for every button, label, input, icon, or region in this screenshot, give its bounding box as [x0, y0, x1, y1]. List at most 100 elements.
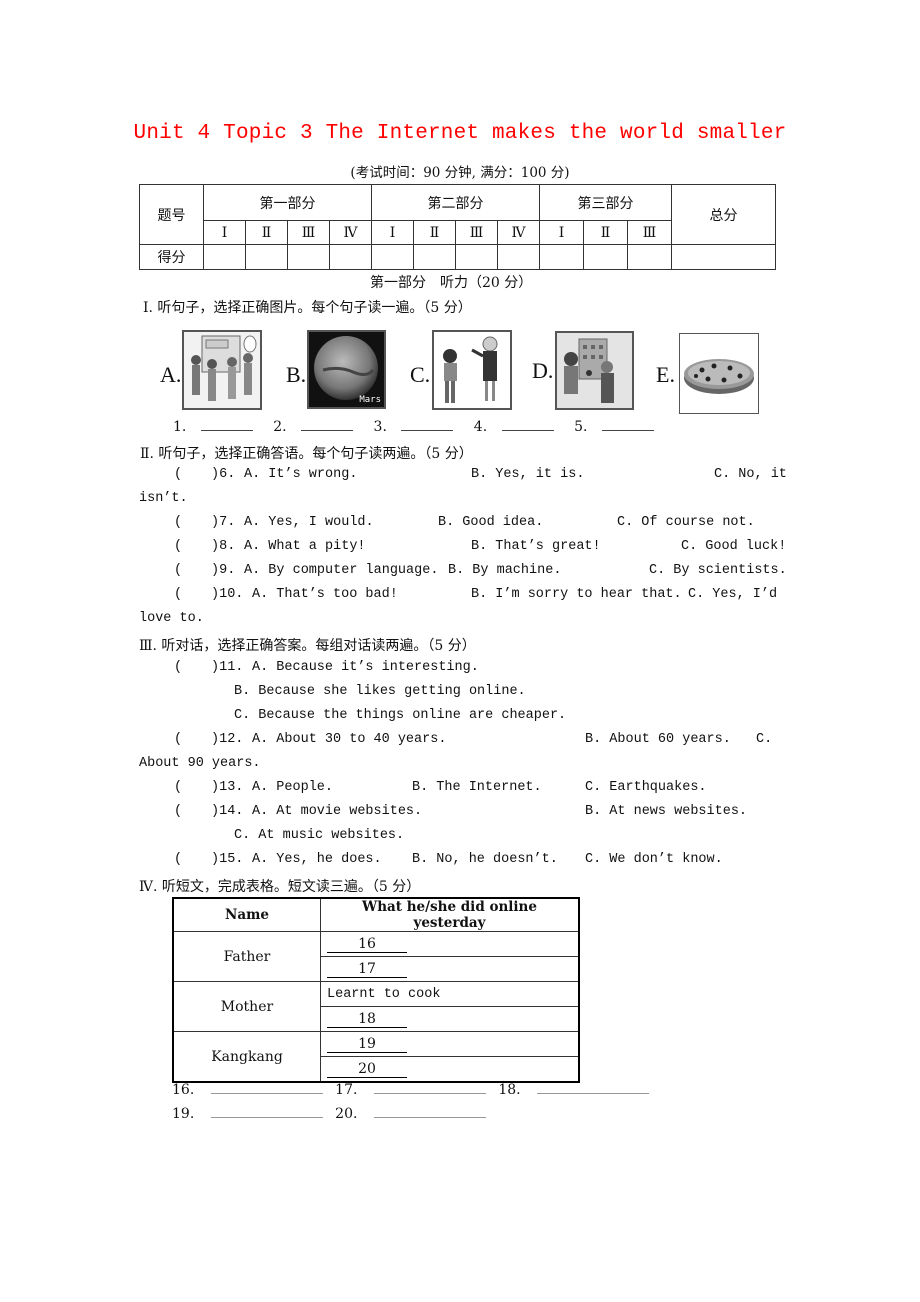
q9-option-a: A. By computer language.	[244, 563, 439, 578]
answer-blank-5[interactable]	[601, 430, 654, 431]
q8-option-c: C. Good luck!	[681, 539, 787, 554]
q11-option-c: C. Because the things online are cheaper…	[234, 708, 567, 723]
answer-blank-4[interactable]	[501, 430, 554, 431]
blank-number: 19	[327, 1036, 407, 1053]
score-cell[interactable]	[455, 244, 498, 270]
table-blank-19[interactable]: 19	[320, 1031, 580, 1057]
q15-number: )15.	[211, 852, 244, 867]
reporter-interview-icon	[555, 331, 634, 410]
q8-option-a: A. What a pity!	[244, 539, 366, 554]
total-score-cell[interactable]	[671, 244, 776, 270]
sub-header: Ⅱ	[413, 220, 456, 245]
q10-option-c-cont: love to.	[139, 611, 204, 626]
blank-label: 18.	[498, 1082, 521, 1098]
score-cell[interactable]	[371, 244, 414, 270]
q13-number: )13.	[211, 780, 244, 795]
row-name-mother: Mother	[172, 981, 321, 1032]
q12-option-c-cont: About 90 years.	[139, 756, 261, 771]
pizza-icon	[679, 333, 759, 414]
table-blank-20[interactable]: 20	[320, 1056, 580, 1083]
score-cell[interactable]	[287, 244, 330, 270]
q12-option-b: B. About 60 years.	[585, 732, 731, 747]
row-name-father: Father	[172, 931, 321, 982]
q15-option-b: B. No, he doesn’t.	[412, 852, 558, 867]
q6-number: )6.	[211, 467, 236, 482]
q12-paren[interactable]: (	[174, 732, 182, 747]
score-cell[interactable]	[413, 244, 456, 270]
q10-option-a: A. That’s too bad!	[252, 587, 398, 602]
blank-label: 2.	[273, 419, 287, 435]
score-cell[interactable]	[245, 244, 288, 270]
answer-blank-19[interactable]	[210, 1117, 323, 1118]
picture-label-e: E.	[656, 362, 675, 387]
score-cell[interactable]	[627, 244, 672, 270]
q6-paren[interactable]: (	[174, 467, 182, 482]
col-header-action: What he/she did online yesterday	[320, 897, 580, 932]
blank-label: 1.	[173, 419, 187, 435]
q13-option-a: A. People.	[252, 780, 334, 795]
picture-label-d: D.	[532, 358, 554, 383]
score-cell[interactable]	[497, 244, 540, 270]
q7-option-b: B. Good idea.	[438, 515, 544, 530]
q14-paren[interactable]: (	[174, 804, 182, 819]
q9-option-c: C. By scientists.	[649, 563, 787, 578]
q15-paren[interactable]: (	[174, 852, 182, 867]
q6-option-c: C. No, it	[714, 467, 787, 482]
answer-blank-17[interactable]	[373, 1093, 486, 1094]
q15-option-c: C. We don’t know.	[585, 852, 723, 867]
q6-option-c-cont: isn’t.	[139, 491, 188, 506]
picture-label-c: C.	[410, 362, 431, 387]
q7-option-a: A. Yes, I would.	[244, 515, 374, 530]
exam-info: (考试时间：90 分钟, 满分：100 分)	[350, 165, 570, 181]
table-blank-16[interactable]: 16	[320, 931, 580, 957]
score-table: 题号 第一部分 第二部分 第三部分 总分 Ⅰ Ⅱ Ⅲ Ⅳ Ⅰ Ⅱ Ⅲ Ⅳ Ⅰ Ⅱ…	[139, 184, 776, 270]
section-2-instruction: Ⅱ. 听句子，选择正确答语。每个句子读两遍。（5 分）	[140, 446, 473, 462]
q11-number: )11.	[211, 660, 244, 675]
q7-option-c: C. Of course not.	[617, 515, 755, 530]
q6-option-b: B. Yes, it is.	[471, 467, 585, 482]
fill-in-table: Name What he/she did online yesterday Fa…	[172, 897, 580, 1083]
blank-number: 20	[327, 1061, 407, 1078]
q12-number: )12.	[211, 732, 244, 747]
answer-blank-2[interactable]	[301, 430, 354, 431]
q10-paren[interactable]: (	[174, 587, 182, 602]
answer-blank-3[interactable]	[401, 430, 454, 431]
q12-option-c: C.	[756, 732, 773, 747]
answer-row-1: 16. 17. 18.	[172, 1082, 650, 1098]
q9-paren[interactable]: (	[174, 563, 182, 578]
q8-option-b: B. That’s great!	[471, 539, 601, 554]
answer-blank-20[interactable]	[373, 1117, 486, 1118]
students-at-english-corner-icon	[182, 330, 262, 410]
q15-option-a: A. Yes, he does.	[252, 852, 382, 867]
picture-answer-blanks: 1. 2. 3. 4. 5.	[173, 419, 654, 435]
mars-planet-icon: Mars	[307, 330, 386, 409]
score-cell[interactable]	[583, 244, 628, 270]
section-4-instruction: Ⅳ. 听短文，完成表格。短文读三遍。（5 分）	[139, 879, 421, 895]
q13-paren[interactable]: (	[174, 780, 182, 795]
blank-number: 18	[327, 1011, 407, 1028]
q10-number: )10.	[211, 587, 244, 602]
q11-paren[interactable]: (	[174, 660, 182, 675]
q10-option-b: B. I’m sorry to hear that.	[471, 587, 682, 602]
q7-paren[interactable]: (	[174, 515, 182, 530]
score-cell[interactable]	[203, 244, 246, 270]
answer-blank-1[interactable]	[200, 430, 253, 431]
sub-header: Ⅳ	[329, 220, 372, 245]
sub-header: Ⅲ	[287, 220, 330, 245]
q10-option-c: C. Yes, I’d	[688, 587, 778, 602]
sub-header: Ⅰ	[539, 220, 584, 245]
table-blank-17[interactable]: 17	[320, 956, 580, 982]
page-title: Unit 4 Topic 3 The Internet makes the wo…	[133, 122, 787, 145]
blank-label: 19.	[172, 1106, 195, 1122]
q8-paren[interactable]: (	[174, 539, 182, 554]
sub-header: Ⅰ	[203, 220, 246, 245]
q7-number: )7.	[211, 515, 236, 530]
answer-blank-18[interactable]	[537, 1093, 650, 1094]
score-cell[interactable]	[539, 244, 584, 270]
q14-number: )14.	[211, 804, 244, 819]
answer-blank-16[interactable]	[210, 1093, 323, 1094]
q6-option-a: A. It’s wrong.	[244, 467, 358, 482]
score-cell[interactable]	[329, 244, 372, 270]
table-blank-18[interactable]: 18	[320, 1006, 580, 1032]
part-1-heading: 第一部分 听力（20 分）	[370, 275, 533, 291]
